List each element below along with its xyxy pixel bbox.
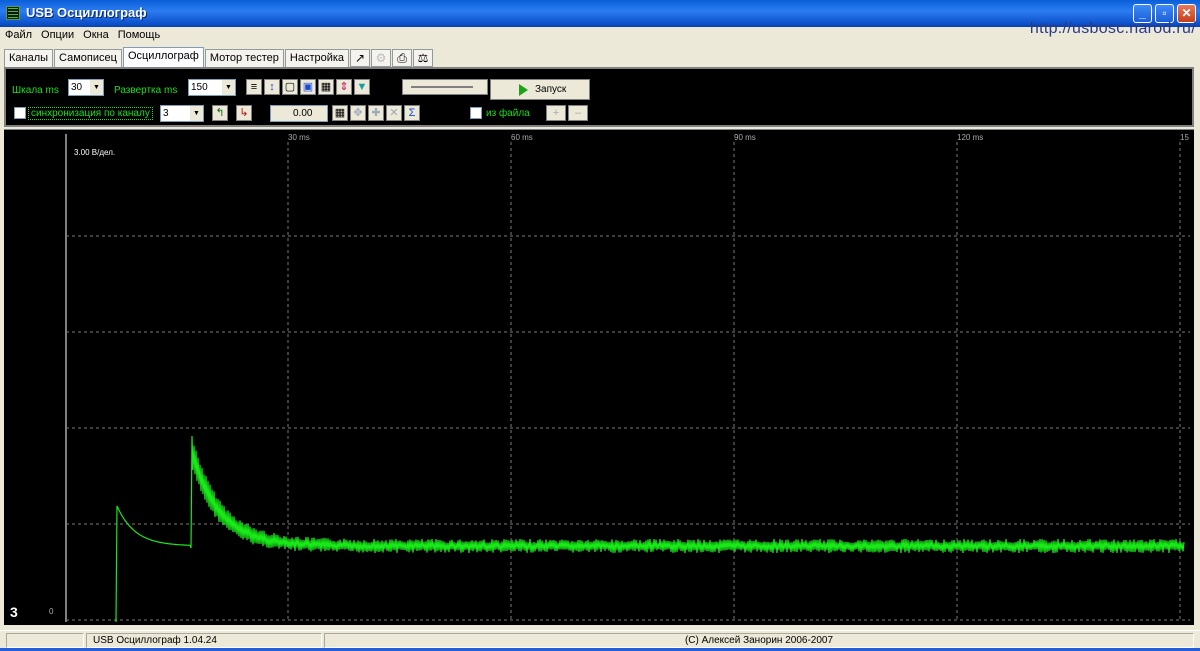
sync-checkbox[interactable]: [14, 107, 26, 119]
sweep-select[interactable]: 150 ▼: [188, 79, 236, 96]
menu-options[interactable]: Опции: [36, 27, 78, 41]
sync-label: синхронизация по каналу: [28, 107, 153, 120]
up-down-icon[interactable]: ⇕: [336, 79, 352, 95]
chart-window-icon[interactable]: ▢: [282, 79, 298, 95]
vertical-arrows-icon[interactable]: ↕: [264, 79, 280, 95]
scale-icon[interactable]: ⚖: [413, 49, 434, 67]
status-copyright: (C) Алексей Занорин 2006-2007: [324, 633, 1194, 648]
oscilloscope-display[interactable]: 3.00 В/дел. 3 0 30 ms 60 ms 90 ms 120 ms…: [4, 129, 1194, 625]
tab-channels[interactable]: Каналы: [4, 49, 54, 67]
menu-windows[interactable]: Окна: [78, 27, 113, 41]
scale-label: Шкала ms: [12, 85, 59, 96]
scale-value: 30: [71, 82, 83, 93]
volts-per-div-label: 3.00 В/дел.: [74, 148, 115, 157]
print-icon[interactable]: ⎙: [392, 49, 413, 67]
grid-cursor-icon[interactable]: ▦: [332, 105, 348, 121]
rising-edge-icon[interactable]: ↰: [212, 105, 228, 121]
title-bar: USB Осциллограф _ ▫ ✕: [0, 0, 1200, 27]
channel-number: 3: [10, 604, 18, 620]
sum-icon[interactable]: Σ: [404, 105, 420, 121]
start-button-label: Запуск: [535, 84, 567, 95]
time-label-120: 120 ms: [957, 133, 983, 142]
from-file-checkbox[interactable]: [470, 107, 482, 119]
tab-settings[interactable]: Настройка: [284, 49, 350, 67]
chevron-down-icon: ▼: [89, 80, 103, 95]
menu-bar: Файл Опции Окна Помощь: [0, 27, 1200, 45]
sweep-value: 150: [191, 82, 208, 93]
scope-plot: 3.00 В/дел. 3 0 30 ms 60 ms 90 ms 120 ms…: [10, 133, 1190, 623]
offset-value: 0.00: [293, 108, 313, 119]
control-panel: Шкала ms 30 ▼ Развертка ms 150 ▼ ≡ ↕ ▢ ▣…: [4, 67, 1194, 127]
crosshair-icon[interactable]: ✚: [368, 105, 384, 121]
sync-channel-value: 3: [163, 108, 169, 119]
app-icon: [6, 6, 20, 20]
from-file-label: из файла: [486, 108, 530, 119]
chevron-down-icon: ▼: [221, 80, 235, 95]
time-label-150: 15: [1180, 133, 1189, 142]
slider[interactable]: [402, 79, 488, 95]
sweep-label: Развертка ms: [114, 85, 178, 96]
scale-select[interactable]: 30 ▼: [68, 79, 104, 96]
time-label-60: 60 ms: [511, 133, 533, 142]
save-icon[interactable]: ▣: [300, 79, 316, 95]
falling-edge-icon[interactable]: ↳: [236, 105, 252, 121]
tab-recorder[interactable]: Самописец: [54, 49, 122, 67]
disabled-tool-icon[interactable]: ⚙: [371, 49, 392, 67]
zero-label: 0: [49, 607, 54, 616]
app-window: USB Осциллограф _ ▫ ✕ Файл Опции Окна Помощ…: [0, 0, 1200, 651]
tab-motor-tester[interactable]: Мотор тестер: [204, 49, 284, 67]
play-icon: [519, 84, 528, 96]
time-label-30: 30 ms: [288, 133, 310, 142]
minus-button[interactable]: –: [568, 105, 588, 121]
expand-icon[interactable]: ✥: [350, 105, 366, 121]
chevron-down-icon: ▼: [189, 106, 203, 121]
filter-icon[interactable]: ▼: [354, 79, 370, 95]
status-version: USB Осциллограф 1.04.24: [86, 633, 322, 648]
status-bar: USB Осциллограф 1.04.24 (C) Алексей Зано…: [0, 630, 1200, 648]
status-cell-empty: [6, 633, 84, 648]
signal-trace: [115, 435, 1185, 623]
tab-oscilloscope[interactable]: Осциллограф: [122, 47, 204, 68]
site-url: http://usbosc.narod.ru/: [1029, 20, 1196, 37]
window-title: USB Осциллограф: [26, 5, 147, 20]
sync-channel-select[interactable]: 3 ▼: [160, 105, 204, 122]
offset-spinner[interactable]: 0.00: [270, 105, 328, 122]
start-button[interactable]: Запуск: [490, 79, 590, 100]
lines-icon[interactable]: ≡: [246, 79, 262, 95]
grid-cursor-icon[interactable]: ▦: [318, 79, 334, 95]
menu-file[interactable]: Файл: [0, 27, 36, 41]
open-folder-icon[interactable]: ↗: [350, 49, 371, 67]
time-label-90: 90 ms: [734, 133, 756, 142]
menu-help[interactable]: Помощь: [113, 27, 165, 41]
collapse-icon[interactable]: ✕: [386, 105, 402, 121]
tab-strip: Каналы Самописец Осциллограф Мотор тесте…: [4, 47, 434, 68]
plus-button[interactable]: +: [546, 105, 566, 121]
